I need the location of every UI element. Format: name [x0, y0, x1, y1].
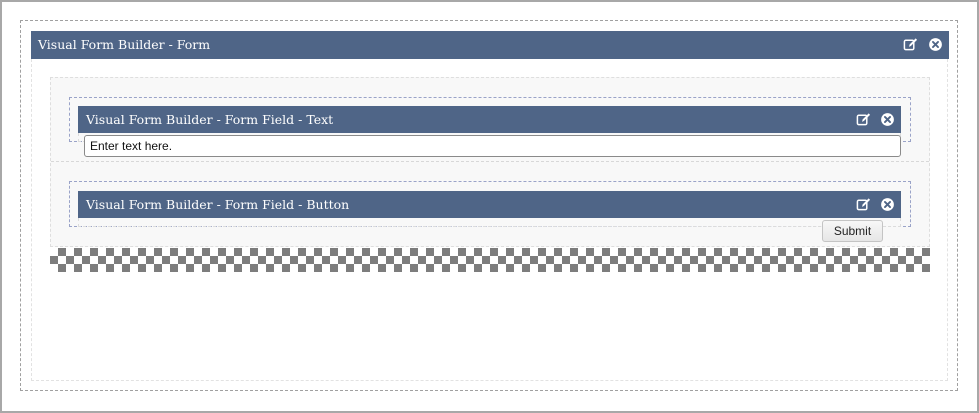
text-field-input[interactable]: [84, 135, 901, 157]
text-field-header-bar: Visual Form Builder - Form Field - Text: [78, 106, 901, 133]
field-divider: [51, 161, 929, 162]
edit-icon[interactable]: [856, 112, 871, 127]
button-field-body: [78, 218, 901, 227]
close-circle-icon[interactable]: [928, 37, 943, 52]
form-header-bar: Visual Form Builder - Form: [31, 31, 949, 59]
button-field-title: Visual Form Builder - Form Field - Butto…: [86, 197, 350, 212]
close-circle-icon[interactable]: [880, 112, 895, 127]
text-field-title: Visual Form Builder - Form Field - Text: [86, 112, 334, 127]
edit-icon[interactable]: [903, 37, 918, 52]
submit-button[interactable]: Submit: [822, 220, 883, 242]
drop-placeholder[interactable]: [50, 248, 930, 272]
form-title: Visual Form Builder - Form: [38, 37, 211, 52]
edit-icon[interactable]: [856, 197, 871, 212]
close-circle-icon[interactable]: [880, 197, 895, 212]
button-field-header-bar: Visual Form Builder - Form Field - Butto…: [78, 191, 901, 218]
